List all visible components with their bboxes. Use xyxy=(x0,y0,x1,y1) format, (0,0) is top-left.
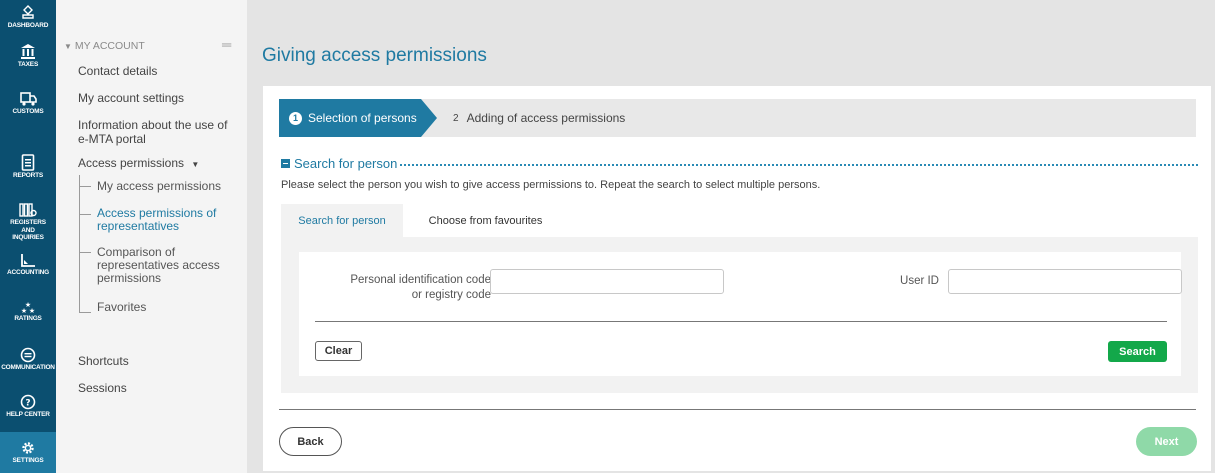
code-field-label-line1: Personal identification code xyxy=(350,274,491,286)
next-button[interactable]: Next xyxy=(1136,427,1197,456)
rail-label-customs: CUSTOMS xyxy=(12,108,44,115)
sidebar-sub-representatives-line2: representatives xyxy=(97,219,180,233)
truck-icon xyxy=(19,92,37,106)
tab-choose-from-favourites[interactable]: Choose from favourites xyxy=(403,204,568,237)
tree-tick xyxy=(79,214,91,215)
sidebar-item-contact-details[interactable]: Contact details xyxy=(78,64,157,78)
footer-divider xyxy=(279,409,1196,410)
chat-icon xyxy=(20,347,36,363)
dotted-divider xyxy=(400,164,1198,166)
code-field-label-line2: or registry code xyxy=(411,289,491,301)
svg-text:?: ? xyxy=(25,399,30,409)
rail-item-settings[interactable]: SETTINGS xyxy=(0,432,56,473)
tree-line xyxy=(79,175,80,313)
svg-text:★: ★ xyxy=(29,307,35,314)
icon-rail: DASHBOARD TAXES CUSTOMS REPORTS REGISTER… xyxy=(0,0,56,473)
svg-text:★: ★ xyxy=(21,307,27,314)
step-progress-bar: 1 Selection of persons 2 Adding of acces… xyxy=(279,99,1196,137)
tab-search-for-person[interactable]: Search for person xyxy=(281,204,403,237)
code-field-label: Personal identification code or registry… xyxy=(319,273,491,303)
rail-label-accounting: ACCOUNTING xyxy=(6,269,50,276)
step-label: Adding of access permissions xyxy=(466,111,626,125)
sidebar-item-sessions[interactable]: Sessions xyxy=(78,381,127,395)
caret-down-icon: ▼ xyxy=(191,160,200,169)
rail-label-reports: REPORTS xyxy=(12,172,44,179)
dashboard-icon xyxy=(22,5,34,19)
user-id-input[interactable] xyxy=(948,269,1182,294)
search-section-header[interactable]: Search for person xyxy=(281,156,397,171)
instruction-text: Please select the person you wish to giv… xyxy=(281,179,821,191)
rail-item-dashboard[interactable]: DASHBOARD xyxy=(0,5,56,30)
sidebar-item-shortcuts[interactable]: Shortcuts xyxy=(78,354,129,368)
search-tab-panel: Personal identification code or registry… xyxy=(281,237,1198,393)
rail-label-help-center: HELP CENTER xyxy=(6,411,50,418)
rail-item-registers[interactable]: REGISTERS AND INQUIRIES xyxy=(0,203,56,242)
document-icon xyxy=(21,154,35,171)
step-number: 2 xyxy=(453,112,459,124)
rail-label-settings: SETTINGS xyxy=(12,457,44,464)
sidebar-item-my-account-settings[interactable]: My account settings xyxy=(78,91,184,105)
rail-item-taxes[interactable]: TAXES xyxy=(0,43,56,69)
sidebar-item-emta-info-line1: Information about the use of xyxy=(78,118,228,132)
search-form: Personal identification code or registry… xyxy=(299,252,1182,376)
page-title: Giving access permissions xyxy=(262,45,487,66)
sidebar-section-title: MY ACCOUNT xyxy=(74,40,145,52)
sidebar-item-access-permissions-label: Access permissions xyxy=(78,156,185,170)
step-selection-of-persons: 1 Selection of persons xyxy=(279,99,437,137)
code-input[interactable] xyxy=(490,269,724,294)
caret-down-icon: ▼ xyxy=(64,42,72,51)
search-button[interactable]: Search xyxy=(1108,341,1167,362)
rail-item-communication[interactable]: COMMUNICATION xyxy=(0,347,56,372)
tree-tick xyxy=(79,186,91,187)
sidebar-item-emta-info[interactable]: Information about the use of e-MTA porta… xyxy=(78,118,227,146)
help-icon: ? xyxy=(20,394,36,410)
rail-label-dashboard: DASHBOARD xyxy=(7,22,49,29)
sidebar-sub-comparison[interactable]: Comparison of representatives access per… xyxy=(97,246,220,285)
rail-item-ratings[interactable]: ★ ★ ★ RATINGS xyxy=(0,300,56,323)
rail-label-registers: REGISTERS AND INQUIRIES xyxy=(10,219,46,241)
chart-icon xyxy=(21,254,35,267)
sidebar-item-access-permissions[interactable]: Access permissions ▼ xyxy=(78,156,199,172)
clear-button[interactable]: Clear xyxy=(315,341,362,361)
stars-icon: ★★ ★ xyxy=(21,301,35,314)
rail-item-accounting[interactable]: ACCOUNTING xyxy=(0,253,56,277)
registers-icon xyxy=(19,203,37,217)
user-id-label: User ID xyxy=(900,275,939,287)
tree-tick xyxy=(79,252,91,253)
sidebar-sub-my-access-permissions[interactable]: My access permissions xyxy=(97,180,221,193)
tree-tick xyxy=(79,312,91,313)
rail-label-taxes: TAXES xyxy=(17,61,39,68)
rail-label-ratings: RATINGS xyxy=(14,315,42,322)
collapse-minus-icon xyxy=(281,159,290,168)
sidebar-sub-comparison-line3: permissions xyxy=(97,271,162,285)
step-number: 1 xyxy=(289,111,302,125)
wizard-card: 1 Selection of persons 2 Adding of acces… xyxy=(263,86,1211,471)
sidebar-sub-favorites[interactable]: Favorites xyxy=(97,301,146,314)
gear-icon xyxy=(22,442,34,454)
rail-item-help-center[interactable]: ? HELP CENTER xyxy=(0,394,56,419)
sidebar-sub-representatives-permissions[interactable]: Access permissions of representatives xyxy=(97,207,216,233)
search-section-title: Search for person xyxy=(294,156,398,171)
rail-item-reports[interactable]: REPORTS xyxy=(0,154,56,180)
sidebar-item-emta-info-line2: e-MTA portal xyxy=(78,132,146,146)
bank-icon xyxy=(21,44,35,59)
sidebar-section-header[interactable]: ▼ MY ACCOUNT xyxy=(64,40,145,52)
collapse-menu-icon[interactable]: ═ xyxy=(222,37,231,52)
step-label: Selection of persons xyxy=(308,111,417,125)
account-sidebar: ▼ MY ACCOUNT ═ Contact details My account… xyxy=(56,0,247,473)
step-adding-of-permissions: 2 Adding of access permissions xyxy=(453,99,625,137)
back-button[interactable]: Back xyxy=(279,427,342,456)
rail-label-communication: COMMUNICATION xyxy=(1,364,55,371)
form-divider xyxy=(315,321,1167,322)
rail-item-customs[interactable]: CUSTOMS xyxy=(0,91,56,116)
